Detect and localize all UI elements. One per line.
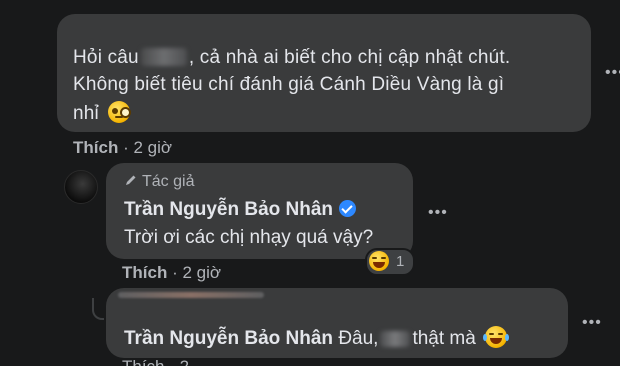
comment-text-line-1: Hỏi câu , cả nhà ai biết cho chị cập nhật… xyxy=(73,47,510,69)
comment-text: nhỉ xyxy=(73,103,99,124)
reply-actions-partial[interactable]: Thích · 2 giờ xyxy=(122,359,202,366)
reply-bubble: Tác giả Trần Nguyễn Bảo Nhân Trời ơi các… xyxy=(106,163,413,259)
laughing-squint-emoji xyxy=(369,251,389,271)
reply-text: Đâu, xyxy=(338,328,379,349)
author-name-link[interactable]: Trần Nguyễn Bảo Nhân xyxy=(124,199,333,220)
thread-connector xyxy=(92,298,104,320)
like-button[interactable]: Thích xyxy=(73,138,118,157)
avatar[interactable] xyxy=(64,170,98,204)
reaction-count: 1 xyxy=(396,253,405,270)
more-options-icon[interactable]: ••• xyxy=(428,204,448,222)
comment-text: , cả nhà ai biết cho chị cập nhật chút. xyxy=(188,47,511,68)
comment-text: Hỏi câu xyxy=(73,47,139,68)
more-options-icon[interactable]: ••• xyxy=(605,64,620,82)
separator: · xyxy=(172,263,178,282)
timestamp[interactable]: 2 giờ xyxy=(182,263,221,282)
reaction-summary[interactable] xyxy=(365,248,415,276)
comment-text-line-3: nhỉ xyxy=(73,101,132,125)
comment-actions: Thích · 2 giờ xyxy=(73,138,172,158)
like-button[interactable]: Thích xyxy=(122,263,167,282)
author-name[interactable]: Trần Nguyễn Bảo Nhân xyxy=(124,199,357,221)
more-options-icon[interactable]: ••• xyxy=(582,314,602,332)
monocle-face-emoji xyxy=(108,101,132,123)
redacted-name xyxy=(140,48,187,66)
author-badge: Tác giả xyxy=(124,173,194,191)
author-badge-label: Tác giả xyxy=(142,173,195,190)
reply-actions: Thích · 2 giờ xyxy=(122,263,221,283)
reply-bubble: Trần Nguyễn Bảo Nhân Đâu, thật mà xyxy=(106,288,568,358)
author-name-link[interactable]: Trần Nguyễn Bảo Nhân xyxy=(124,328,333,349)
pencil-icon xyxy=(126,175,136,185)
redacted-quote xyxy=(118,292,264,298)
reply-line: Trần Nguyễn Bảo Nhân Đâu, thật mà xyxy=(124,326,510,350)
separator: · xyxy=(123,138,129,157)
reply-text: Trời ơi các chị nhạy quá vậy? xyxy=(124,227,374,248)
redacted-name xyxy=(380,331,411,347)
reply-text: thật mà xyxy=(412,328,476,349)
comment-text-line-2: Không biết tiêu chí đánh giá Cánh Diều V… xyxy=(73,74,505,95)
tears-of-joy-emoji xyxy=(483,326,510,348)
timestamp[interactable]: 2 giờ xyxy=(133,138,172,157)
verified-badge-icon xyxy=(339,200,357,217)
comment-bubble: Hỏi câu , cả nhà ai biết cho chị cập nhật… xyxy=(57,14,591,132)
